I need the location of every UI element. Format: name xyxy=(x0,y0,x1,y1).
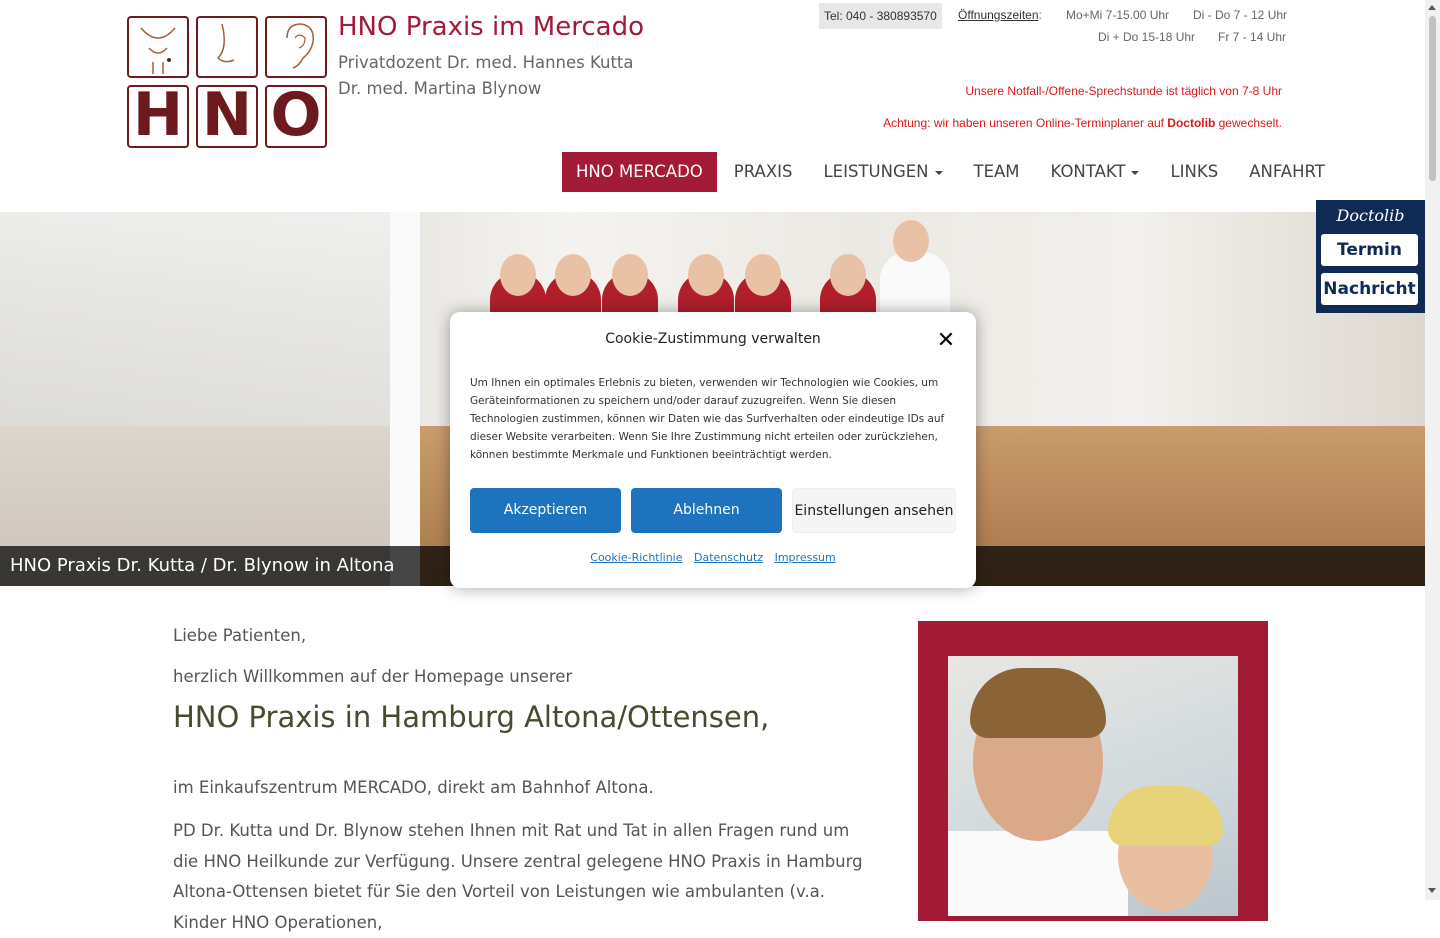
logo-letter-o: O xyxy=(270,80,322,150)
nav-label: HNO MERCADO xyxy=(576,162,703,181)
hero-staff-head xyxy=(745,254,781,296)
accept-button[interactable]: Akzeptieren xyxy=(470,488,621,533)
nav-label: TEAM xyxy=(973,162,1020,181)
body-text: PD Dr. Kutta und Dr. Blynow stehen Ihnen… xyxy=(173,821,863,932)
cookie-title: Cookie-Zustimmung verwalten xyxy=(605,331,821,347)
nav-label: LEISTUNGEN xyxy=(823,162,929,181)
logo[interactable]: H N O xyxy=(127,16,328,148)
imprint-link[interactable]: Impressum xyxy=(775,551,836,564)
nav-label: PRAXIS xyxy=(733,162,793,181)
ear-icon xyxy=(265,16,327,78)
opening-hours-link[interactable]: Öffnungszeiten xyxy=(958,8,1039,22)
scroll-down-icon[interactable] xyxy=(1428,888,1436,893)
hours-fr: Fr 7 - 14 Uhr xyxy=(1218,30,1287,44)
caret-down-icon xyxy=(934,170,943,175)
logo-letter-tile: H xyxy=(127,85,189,148)
nav-label: LINKS xyxy=(1170,162,1219,181)
scrollbar-thumb[interactable] xyxy=(1429,16,1436,181)
hours-mo-mi: Mo+Mi 7-15.00 Uhr xyxy=(1066,8,1170,22)
close-icon[interactable]: ✕ xyxy=(936,330,956,352)
doctolib-notice-link[interactable]: Doctolib xyxy=(1167,116,1215,130)
hero-pillar xyxy=(390,212,420,586)
scroll-up-icon[interactable] xyxy=(1428,5,1436,10)
page-heading: HNO Praxis in Hamburg Altona/Ottensen, xyxy=(173,700,770,734)
hours-di-do-afternoon: Di + Do 15-18 Uhr xyxy=(1098,30,1196,44)
phone-number[interactable]: Tel: 040 - 380893570 xyxy=(819,3,942,29)
hero-staff-head xyxy=(500,254,536,296)
doctolib-notice: Achtung: wir haben unseren Online-Termin… xyxy=(883,116,1282,130)
doctor-name-2: Dr. med. Martina Blynow xyxy=(338,79,542,98)
doctor-hair xyxy=(970,668,1106,738)
logo-letter-h: H xyxy=(132,80,184,150)
cookie-text: Um Ihnen ein optimales Erlebnis zu biete… xyxy=(470,377,945,461)
nav-item-team[interactable]: TEAM xyxy=(960,152,1034,192)
page-scrollbar[interactable] xyxy=(1425,0,1440,900)
cookie-links: Cookie-Richtlinie Datenschutz Impressum xyxy=(450,551,976,564)
nav-item-hno-mercado[interactable]: HNO MERCADO xyxy=(562,152,717,192)
termin-button[interactable]: Termin xyxy=(1321,234,1418,266)
location-text: im Einkaufszentrum MERCADO, direkt am Ba… xyxy=(173,778,654,797)
doctor-shirt xyxy=(948,831,1128,916)
doctolib-notice-post: gewechselt. xyxy=(1215,116,1282,130)
nav-item-praxis[interactable]: PRAXIS xyxy=(720,152,807,192)
hero-staff-head xyxy=(688,254,724,296)
hero-staff-head xyxy=(555,254,591,296)
opening-hours-separator: : xyxy=(1038,8,1042,22)
opening-hours-label[interactable]: Öffnungszeiten: xyxy=(958,8,1042,22)
emergency-notice: Unsere Notfall-/Offene-Sprechstunde ist … xyxy=(965,84,1282,98)
cookie-consent-dialog: Cookie-Zustimmung verwalten ✕ Um Ihnen e… xyxy=(450,312,976,588)
deny-button[interactable]: Ablehnen xyxy=(631,488,782,533)
view-settings-button[interactable]: Einstellungen ansehen xyxy=(792,488,956,533)
doctors-photo-frame xyxy=(918,621,1268,921)
nose-icon xyxy=(196,16,258,78)
welcome-text: herzlich Willkommen auf der Homepage uns… xyxy=(173,667,573,686)
nav-item-leistungen[interactable]: LEISTUNGEN xyxy=(809,152,956,192)
main-nav: HNO MERCADO PRAXIS LEISTUNGEN TEAM KONTA… xyxy=(562,152,1342,192)
hero-glass-door xyxy=(0,212,410,586)
nav-item-links[interactable]: LINKS xyxy=(1156,152,1232,192)
doctors-photo xyxy=(948,656,1238,916)
nav-item-anfahrt[interactable]: ANFAHRT xyxy=(1235,152,1339,192)
logo-letter-n: N xyxy=(201,80,253,150)
hero-doctor-head xyxy=(893,220,929,262)
hero-staff-head xyxy=(830,254,866,296)
doctolib-notice-pre: Achtung: wir haben unseren Online-Termin… xyxy=(883,116,1168,130)
nav-item-kontakt[interactable]: KONTAKT xyxy=(1037,152,1154,192)
nav-label: KONTAKT xyxy=(1050,162,1126,181)
privacy-link[interactable]: Datenschutz xyxy=(694,551,763,564)
throat-icon xyxy=(127,16,189,78)
logo-letter-tile: O xyxy=(265,85,327,148)
hero-staff-head xyxy=(612,254,648,296)
doctolib-widget: Doctolib Termin Nachricht xyxy=(1316,200,1425,313)
caret-down-icon xyxy=(1131,170,1140,175)
nachricht-button[interactable]: Nachricht xyxy=(1321,273,1418,305)
cookie-policy-link[interactable]: Cookie-Richtlinie xyxy=(590,551,682,564)
nav-label: ANFAHRT xyxy=(1249,162,1325,181)
doctor2-hair xyxy=(1108,786,1223,846)
doctor-name-1: Privatdozent Dr. med. Hannes Kutta xyxy=(338,53,634,72)
doctolib-brand: Doctolib xyxy=(1336,206,1405,225)
logo-letter-tile: N xyxy=(196,85,258,148)
hours-di-do: Di - Do 7 - 12 Uhr xyxy=(1193,8,1288,22)
site-title[interactable]: HNO Praxis im Mercado xyxy=(338,12,644,42)
greeting: Liebe Patienten, xyxy=(173,626,307,645)
